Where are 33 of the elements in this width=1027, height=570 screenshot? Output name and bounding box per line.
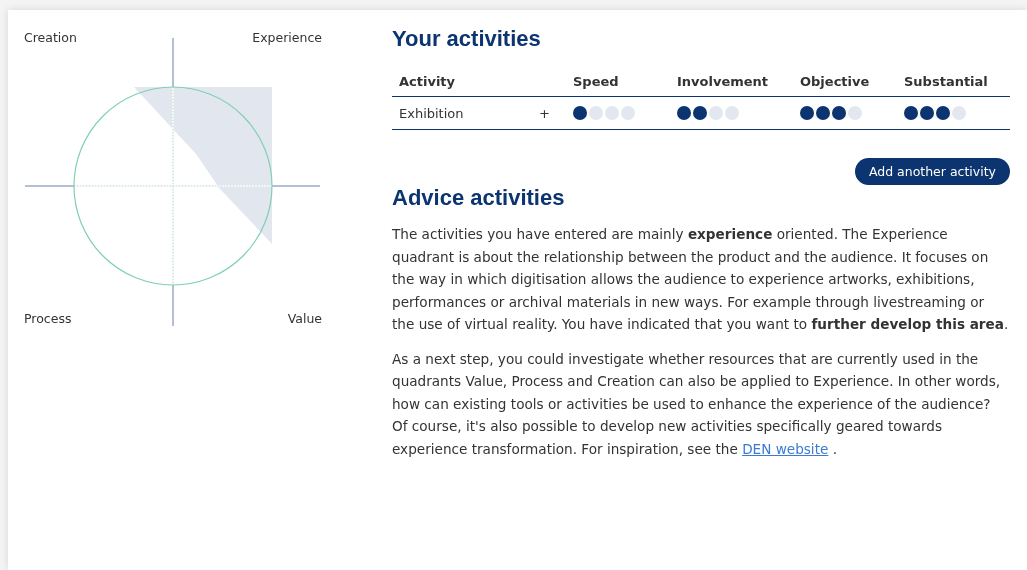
table-cell-text: Exhibition <box>399 105 465 121</box>
section-title: Your activities <box>392 26 542 52</box>
rating-dot <box>725 106 739 120</box>
paragraph: The activities you have entered are mainly experience oriented. The Experience quadrant is about the relationship between the product and the audience. It focuses on the way in which digitisation allows the audience to experience artworks, exhibitions, performances or archival materials in new ways. For example through livestreaming or the use of virtual reality. You have indicated that you want to further develop this area. <box>392 225 1010 334</box>
rating-dot <box>848 106 862 120</box>
quadrant-label: Creation <box>24 30 77 45</box>
quadrant-label: Experience <box>252 30 322 45</box>
rating-dot <box>605 106 619 120</box>
column-header: Activity <box>399 73 457 89</box>
column-header: Involvement <box>677 73 770 89</box>
column-header: Substantial <box>904 73 989 89</box>
rating-dot <box>800 106 814 120</box>
paragraph: As a next step, you could investigate whether resources that are currently used in the quadrants Value, Process and Creation can also be applied to Experience. In other words, how can existing tools or activities be used to enhance the experience of the audience? Of course, it's also possible to develop new activities specifically geared towards experience transformation. For inspiration, see the DEN website . <box>392 349 1002 459</box>
quadrant-label: Process <box>24 311 72 326</box>
link[interactable]: DEN website <box>742 440 829 457</box>
expand-toggle[interactable]: + <box>539 105 573 121</box>
rating-dot <box>573 106 587 120</box>
rating-dot <box>816 106 830 120</box>
rating-dot <box>709 106 723 120</box>
section-title: Advice activities <box>392 185 566 211</box>
rating-dot <box>920 106 934 120</box>
column-header: Objective <box>800 73 871 89</box>
rating-dot <box>936 106 950 120</box>
rating-dot <box>952 106 966 120</box>
rating-dot <box>693 106 707 120</box>
quadrant-label: Value <box>287 311 322 326</box>
rating-dot <box>832 106 846 120</box>
rating-dot <box>904 106 918 120</box>
rating-dot <box>589 106 603 120</box>
rating-dot <box>621 106 635 120</box>
rating-dot <box>677 106 691 120</box>
add-activity-button[interactable]: Add another activity <box>854 158 1010 185</box>
column-header: Speed <box>573 73 620 89</box>
